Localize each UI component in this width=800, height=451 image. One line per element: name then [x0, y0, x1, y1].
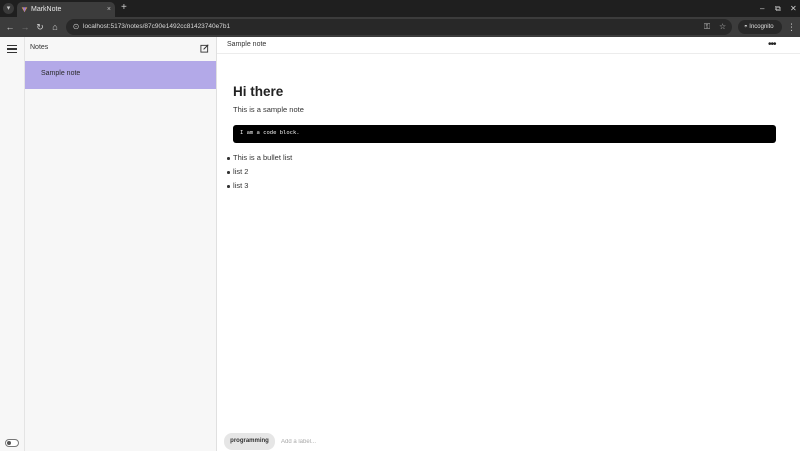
editor-header: Sample note •••	[217, 37, 800, 54]
notes-title: Notes	[30, 44, 49, 51]
more-options-icon[interactable]: •••	[768, 39, 776, 51]
list-item[interactable]: list 2	[226, 167, 292, 181]
list-item[interactable]: This is a bullet list	[226, 153, 292, 167]
back-arrow-icon[interactable]: ←	[4, 21, 16, 33]
browser-menu-icon[interactable]: ⋮	[787, 21, 796, 33]
incognito-icon: ◓	[744, 24, 748, 30]
notes-header: Notes	[25, 37, 217, 61]
note-paragraph[interactable]: This is a sample note	[233, 105, 304, 114]
list-item[interactable]: list 3	[226, 181, 292, 195]
left-rail	[0, 37, 25, 451]
restore-button[interactable]: ⧉	[775, 3, 781, 14]
tab-search-button[interactable]: ▾	[3, 3, 14, 14]
address-url[interactable]: localhost:5173/notes/87c90e1492cc8142374…	[83, 19, 230, 35]
browser-toolbar: ← → ↻ ⌂ ⊙ localhost:5173/notes/87c90e149…	[0, 17, 800, 37]
address-bar[interactable]: ⊙ localhost:5173/notes/87c90e1492cc81423…	[66, 19, 732, 35]
code-block[interactable]: I am a code block.	[233, 125, 776, 143]
bullet-list: This is a bullet list list 2 list 3	[226, 153, 292, 195]
tab-close-icon[interactable]: ×	[107, 4, 111, 15]
site-info-icon[interactable]: ⊙	[71, 22, 81, 32]
note-list-item[interactable]: Sample note	[25, 61, 216, 89]
reload-icon[interactable]: ↻	[34, 21, 46, 33]
home-icon[interactable]: ⌂	[49, 21, 61, 33]
minimize-button[interactable]: –	[760, 3, 764, 14]
incognito-label: Incognito	[749, 24, 774, 30]
note-item-title: Sample note	[41, 70, 81, 77]
label-chip[interactable]: programming	[224, 433, 275, 450]
toggle-knob	[7, 441, 11, 445]
note-editor: Sample note ••• Hi there This is a sampl…	[217, 37, 800, 451]
marknote-app: Notes Sample note Sample note ••• Hi the…	[0, 37, 800, 451]
note-heading[interactable]: Hi there	[233, 84, 283, 99]
close-window-button[interactable]: ✕	[790, 3, 797, 14]
theme-toggle[interactable]	[5, 439, 19, 447]
note-title[interactable]: Sample note	[227, 41, 266, 48]
browser-tab[interactable]: MarkNote ×	[17, 2, 115, 17]
new-note-icon[interactable]	[200, 44, 209, 53]
add-label-input[interactable]	[281, 436, 381, 447]
bookmark-star-icon[interactable]: ☆	[719, 22, 726, 32]
notes-panel: Notes Sample note	[25, 37, 217, 451]
code-text: I am a code block.	[240, 130, 300, 136]
incognito-indicator[interactable]: ◓ Incognito	[738, 20, 782, 34]
marknote-favicon-icon	[21, 7, 28, 13]
forward-arrow-icon[interactable]: →	[19, 21, 31, 33]
password-key-icon[interactable]: ⚿	[704, 22, 710, 32]
browser-tab-bar: ▾ MarkNote × + – ⧉ ✕	[0, 0, 800, 17]
tab-title: MarkNote	[31, 6, 62, 13]
hamburger-menu-icon[interactable]	[7, 45, 17, 54]
new-tab-button[interactable]: +	[121, 2, 127, 14]
